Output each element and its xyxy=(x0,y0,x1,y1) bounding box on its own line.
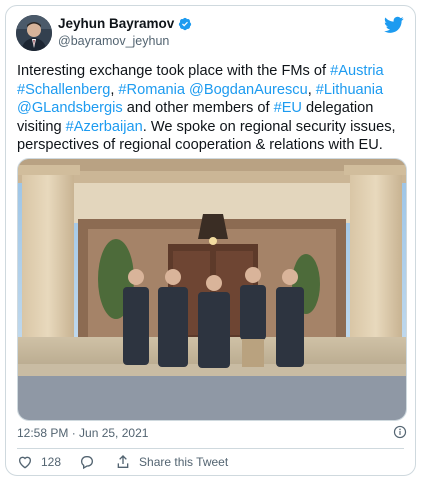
tweet-text: Interesting exchange took place with the… xyxy=(17,62,409,155)
hashtag-link[interactable]: #Azerbaijan xyxy=(66,119,143,135)
verified-badge-icon xyxy=(179,17,192,30)
photo-image xyxy=(18,159,406,420)
hashtag-link[interactable]: #Austria xyxy=(330,63,384,79)
avatar[interactable] xyxy=(16,15,52,51)
tweet-text-segment: , xyxy=(307,81,316,98)
author-name-row: Jeyhun Bayramov xyxy=(58,16,192,31)
hashtag-link[interactable]: #Romania xyxy=(118,82,185,98)
tweet-photo[interactable] xyxy=(17,158,407,421)
mention-link[interactable]: @BogdanAurescu xyxy=(189,82,308,98)
tweet-actions: 128 Share this Tweet xyxy=(17,454,228,470)
tweet-text-segment: Interesting exchange took place with the… xyxy=(17,63,331,79)
hashtag-link[interactable]: #Schallenberg xyxy=(17,82,110,98)
hashtag-link[interactable]: #Lithuania xyxy=(316,82,383,98)
tweet-card: Jeyhun Bayramov @bayramov_jeyhun Interes… xyxy=(5,5,416,476)
share-button[interactable]: Share this Tweet xyxy=(115,454,228,470)
hashtag-link[interactable]: #EU xyxy=(274,100,302,116)
reply-button[interactable] xyxy=(79,454,95,470)
share-icon xyxy=(117,455,129,468)
author-handle[interactable]: @bayramov_jeyhun xyxy=(58,34,169,48)
tweet-timestamp[interactable]: 12:58 PM · Jun 25, 2021 xyxy=(17,426,148,440)
reply-icon xyxy=(81,456,93,470)
author-display-name[interactable]: Jeyhun Bayramov xyxy=(58,16,174,31)
twitter-bird-icon[interactable] xyxy=(384,16,404,34)
mention-link[interactable]: @GLandsbergis xyxy=(17,100,123,116)
like-button[interactable]: 128 xyxy=(17,454,61,470)
heart-icon xyxy=(18,456,32,469)
tweet-text-segment: and other members of xyxy=(122,100,274,117)
info-icon[interactable] xyxy=(393,425,407,439)
share-label: Share this Tweet xyxy=(139,455,229,469)
divider xyxy=(17,448,404,449)
tweet-meta-row: 12:58 PM · Jun 25, 2021 xyxy=(17,425,407,440)
like-count: 128 xyxy=(41,455,62,469)
